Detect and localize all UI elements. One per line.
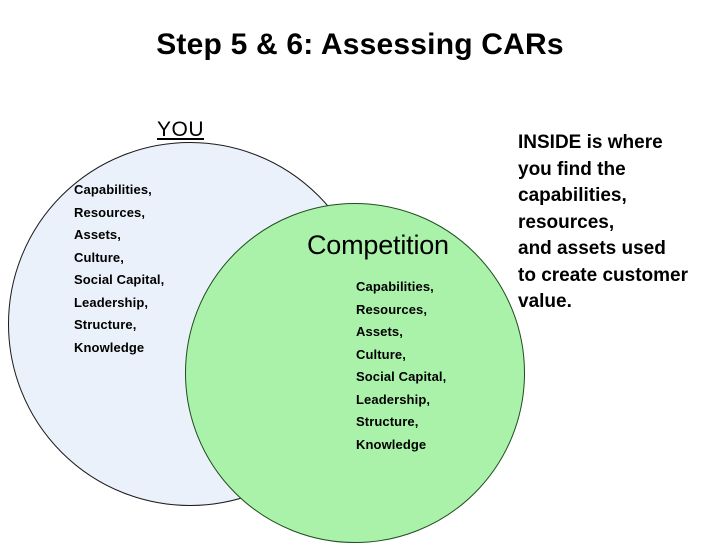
list-item: Assets,	[74, 227, 121, 242]
list-item: Capabilities,	[356, 279, 434, 294]
list-item: Knowledge	[74, 339, 145, 355]
slide-canvas: Step 5 & 6: Assessing CARs YOU Capabilit…	[0, 0, 720, 543]
note-line: and assets used	[518, 238, 666, 259]
note-line: capabilities,	[518, 185, 627, 206]
list-item: Knowledge	[356, 436, 427, 452]
venn-competition-attribute-list: Capabilities, Resources, Assets, Culture…	[356, 276, 446, 456]
note-line: to create customer	[518, 264, 689, 286]
list-item: Leadership,	[356, 391, 431, 407]
list-item: Leadership,	[74, 294, 149, 310]
list-item: Social Capital,	[356, 369, 447, 384]
list-item: Culture,	[356, 346, 406, 362]
venn-you-attribute-list: Capabilities, Resources, Assets, Culture…	[74, 179, 164, 359]
list-item: Structure,	[74, 317, 137, 332]
note-line: value.	[518, 291, 572, 312]
inside-explanation-note: INSIDE is where you find the capabilitie…	[518, 130, 718, 316]
list-item: Culture,	[74, 249, 124, 265]
note-line: you find the	[518, 158, 626, 180]
venn-label-competition: Competition	[307, 230, 449, 260]
list-item: Structure,	[356, 414, 419, 429]
list-item: Assets,	[356, 324, 403, 339]
list-item: Capabilities,	[74, 182, 152, 197]
list-item: Resources,	[356, 301, 428, 317]
note-line: resources,	[518, 211, 615, 233]
venn-label-you: YOU	[157, 118, 205, 141]
note-line: INSIDE is where	[518, 132, 663, 153]
list-item: Social Capital,	[74, 272, 165, 287]
list-item: Resources,	[74, 204, 146, 220]
